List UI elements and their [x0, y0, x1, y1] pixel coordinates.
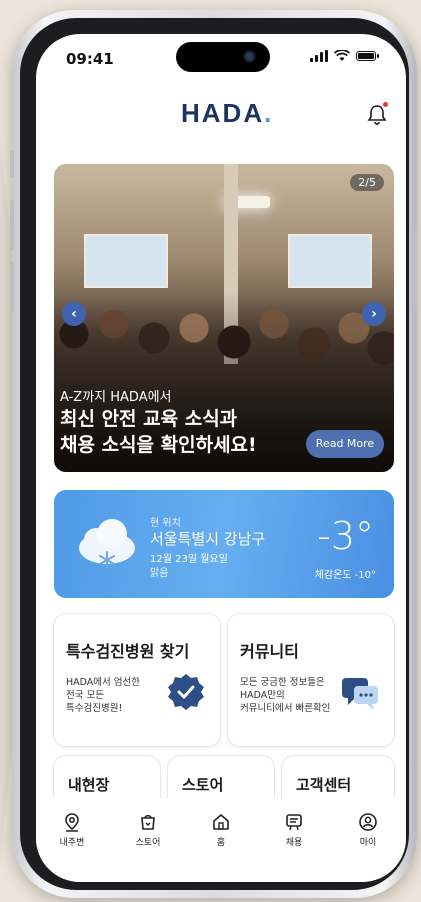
- chat-bubble-icon: [342, 678, 378, 710]
- side-button: [10, 200, 14, 250]
- verified-badge-icon: [168, 674, 204, 710]
- weather-feels-like: 체감온도 -10°: [314, 570, 376, 581]
- tab-nearby[interactable]: 내주변: [42, 812, 102, 848]
- home-icon: [213, 814, 229, 830]
- hero-banner[interactable]: 2/5 ‹ › A-Z까지 HADA에서 최신 안전 교육 소식과 채용 소식을…: [54, 164, 394, 472]
- tab-label: 홈: [216, 838, 226, 848]
- card-title: 스토어: [182, 776, 224, 794]
- bottom-tab-bar: 내주변 스토어 홈 채용 마이: [36, 798, 406, 882]
- card-desc-line: 전국 모든: [66, 690, 104, 701]
- card-title: 특수검진병원 찾기: [66, 642, 190, 661]
- tab-jobs[interactable]: 채용: [264, 812, 324, 848]
- card-title: 내현장: [68, 776, 110, 794]
- tab-home[interactable]: 홈: [191, 812, 251, 848]
- card-title: 고객센터: [296, 776, 352, 794]
- side-button: [10, 150, 14, 178]
- banner-title-line: 채용 소식을 확인하세요!: [60, 434, 257, 456]
- read-more-button[interactable]: Read More: [306, 430, 384, 458]
- logo-dot: .: [264, 98, 274, 128]
- card-desc-line: 모든 궁금한 정보들은: [240, 677, 325, 688]
- weather-location: 서울특별시 강남구: [150, 530, 266, 548]
- status-bar: 09:41: [36, 34, 406, 86]
- wifi-icon: [334, 50, 350, 61]
- app-header: HADA.: [36, 86, 406, 146]
- jobs-board-icon: [286, 814, 302, 831]
- tab-label: 스토어: [135, 838, 161, 848]
- tab-label: 채용: [285, 838, 303, 848]
- weather-label: 현 위치: [150, 518, 181, 529]
- hospital-finder-card[interactable]: 특수검진병원 찾기 HADA에서 엄선한 전국 모든 특수검진병원!: [54, 614, 220, 746]
- weather-card[interactable]: 현 위치 서울특별시 강남구 12월 23일 월요일 맑음 -3° 체감온도 -…: [54, 490, 394, 598]
- slide-counter: 2/5: [350, 174, 384, 191]
- tab-store[interactable]: 스토어: [118, 812, 178, 848]
- notification-button[interactable]: [366, 102, 388, 126]
- card-title: 커뮤니티: [240, 642, 299, 661]
- banner-subtitle: A-Z까지 HADA에서: [60, 390, 172, 405]
- hada-logo[interactable]: HADA.: [181, 98, 273, 129]
- location-pin-icon: [65, 813, 79, 832]
- power-button: [413, 230, 417, 310]
- weather-temperature: -3°: [317, 514, 374, 558]
- battery-icon: [356, 51, 379, 61]
- snow-cloud-icon: [79, 519, 135, 569]
- weather-date: 12월 23일 월요일: [150, 554, 228, 565]
- weather-condition: 맑음: [150, 568, 169, 579]
- store-icon: [141, 814, 155, 830]
- camera-icon: [243, 50, 256, 63]
- logo-text: HADA: [181, 98, 265, 128]
- banner-title: 최신 안전 교육 소식과 채용 소식을 확인하세요!: [60, 406, 257, 458]
- community-card[interactable]: 커뮤니티 모든 궁금한 정보들은 HADA만의 커뮤니티에서 빠른확인: [228, 614, 394, 746]
- card-desc-line: HADA만의: [240, 690, 285, 701]
- dynamic-island: [176, 42, 270, 72]
- card-description: 모든 궁금한 정보들은 HADA만의 커뮤니티에서 빠른확인: [240, 676, 330, 715]
- card-desc-line: 커뮤니티에서 빠른확인: [240, 703, 331, 714]
- next-slide-button[interactable]: ›: [362, 302, 386, 326]
- app-screen: 09:41 HADA. 2/5 ‹ › A-Z까지 HADA에서 최신 안전 교…: [36, 34, 406, 882]
- card-description: HADA에서 엄선한 전국 모든 특수검진병원!: [66, 676, 140, 715]
- status-icons: [310, 50, 379, 62]
- tab-label: 내주변: [59, 838, 85, 848]
- prev-slide-button[interactable]: ‹: [62, 302, 86, 326]
- tab-my[interactable]: 마이: [338, 812, 398, 848]
- banner-title-line: 최신 안전 교육 소식과: [60, 408, 238, 430]
- card-desc-line: 특수검진병원!: [66, 703, 123, 714]
- signal-icon: [310, 50, 328, 62]
- status-time: 09:41: [66, 50, 114, 68]
- card-desc-line: HADA에서 엄선한: [66, 677, 141, 688]
- tab-label: 마이: [359, 838, 377, 848]
- notification-dot: [383, 102, 388, 107]
- user-icon: [359, 813, 377, 831]
- side-button: [10, 262, 14, 312]
